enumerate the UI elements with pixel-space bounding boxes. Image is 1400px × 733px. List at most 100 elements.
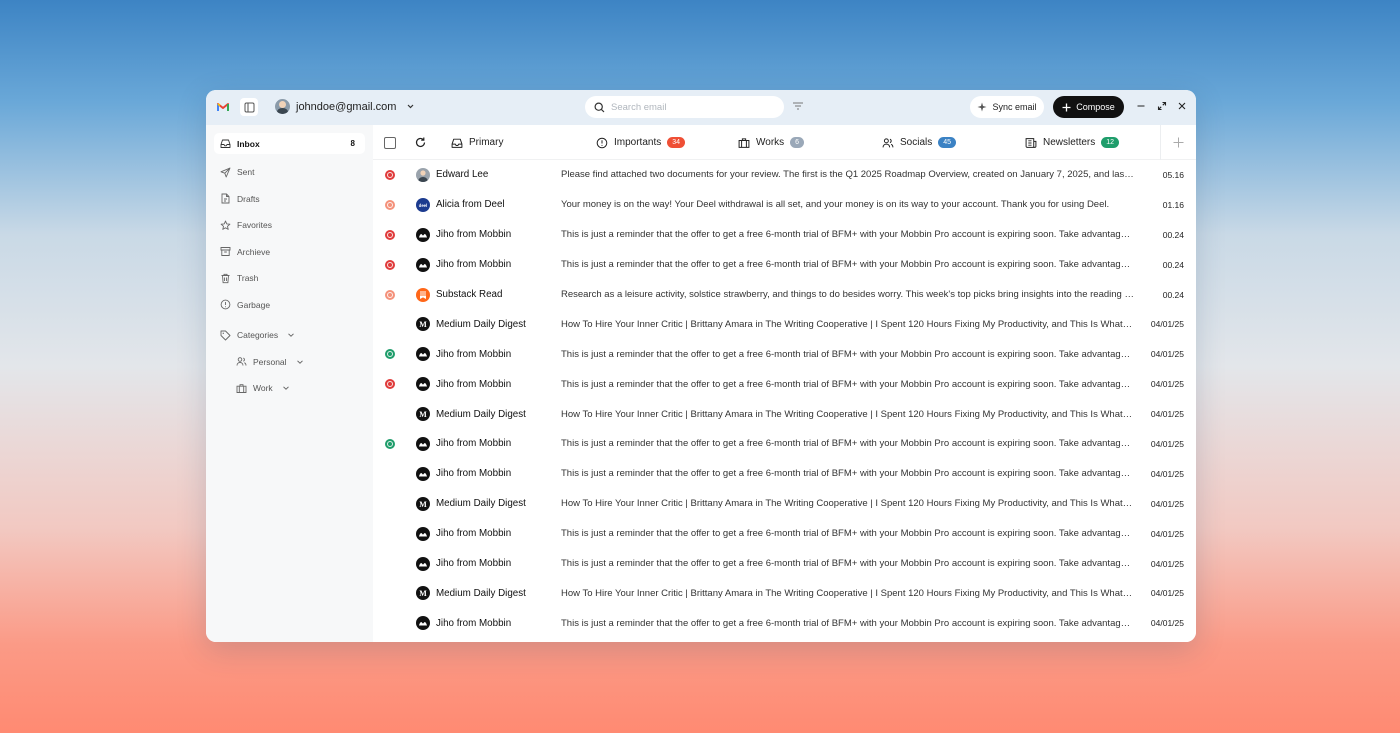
email-row[interactable]: M Medium Daily Digest How To Hire Your I… <box>373 489 1196 519</box>
inbox-icon <box>220 139 231 148</box>
sidebar-item-favorites[interactable]: Favorites <box>214 212 365 239</box>
email-sender: Edward Lee <box>436 169 489 181</box>
email-row[interactable]: Jiho from Mobbin This is just a reminder… <box>373 429 1196 459</box>
email-sender: Medium Daily Digest <box>436 587 526 599</box>
category-tabs: Primary Importants 34 Works 6 Socials 45… <box>373 125 1196 160</box>
tab-importants[interactable]: Importants 34 <box>596 125 686 160</box>
search-input[interactable] <box>611 101 771 113</box>
sidebar-item-inbox[interactable]: Inbox 8 <box>214 133 365 154</box>
sidebar-icon <box>244 102 254 112</box>
email-preview: This is just a reminder that the offer t… <box>561 378 1134 390</box>
email-sender: Substack Read <box>436 289 503 300</box>
mobbin-logo-icon <box>416 466 430 481</box>
minimize-button[interactable] <box>1135 100 1147 112</box>
sidebar-toggle-button[interactable] <box>240 98 258 116</box>
compose-button[interactable]: Compose <box>1053 96 1124 118</box>
email-row[interactable]: Jiho from Mobbin This is just a reminder… <box>373 369 1196 399</box>
title-bar: johndoe@gmail.com Sync email <box>206 90 1196 125</box>
sidebar-item-label: Favorites <box>237 220 272 231</box>
email-sender: Jiho from Mobbin <box>436 528 512 540</box>
tab-primary[interactable]: Primary <box>451 125 503 160</box>
tab-label: Newsletters <box>1043 137 1096 148</box>
email-row[interactable]: Jiho from Mobbin This is just a reminder… <box>373 250 1196 280</box>
tab-works[interactable]: Works 6 <box>738 125 805 160</box>
sync-email-label: Sync email <box>992 102 1037 112</box>
sidebar-item-label: Archieve <box>237 246 271 257</box>
email-row[interactable]: Jiho from Mobbin This is just a reminder… <box>373 519 1196 549</box>
sidebar-item-personal[interactable]: Personal <box>214 349 365 376</box>
sync-email-button[interactable]: Sync email <box>970 96 1044 118</box>
email-row[interactable]: M Medium Daily Digest How To Hire Your I… <box>373 309 1196 339</box>
email-row[interactable]: deel Alicia from Deel Your money is on t… <box>373 190 1196 220</box>
add-tab-icon[interactable] <box>1172 136 1185 149</box>
star-icon <box>220 220 231 230</box>
email-sender: Jiho from Mobbin <box>436 378 512 390</box>
svg-text:M: M <box>419 589 427 598</box>
account-switcher[interactable]: johndoe@gmail.com <box>275 99 415 114</box>
archive-icon <box>220 247 231 257</box>
email-preview: This is just a reminder that the offer t… <box>561 348 1134 360</box>
svg-text:M: M <box>419 320 427 329</box>
email-row[interactable]: Jiho from Mobbin This is just a reminder… <box>373 459 1196 489</box>
email-row[interactable]: M Medium Daily Digest How To Hire Your I… <box>373 399 1196 429</box>
sidebar-item-sent[interactable]: Sent <box>214 159 365 186</box>
sidebar-item-categories[interactable]: Categories <box>214 322 365 349</box>
sidebar-item-archive[interactable]: Archieve <box>214 239 365 266</box>
sidebar-item-drafts[interactable]: Drafts <box>214 186 365 213</box>
email-row[interactable]: Jiho from Mobbin This is just a reminder… <box>373 339 1196 369</box>
email-date: 04/01/25 <box>1150 468 1184 479</box>
sidebar-item-label: Categories <box>237 330 279 341</box>
search-bar[interactable] <box>585 96 784 118</box>
mobbin-logo-icon <box>416 437 430 452</box>
avatar <box>275 99 290 114</box>
email-preview: Please find attached two documents for y… <box>561 169 1134 181</box>
newspaper-icon <box>1025 137 1037 148</box>
users-icon <box>882 137 894 147</box>
email-date: 00.24 <box>1162 289 1184 300</box>
sidebar-item-work[interactable]: Work <box>214 375 365 402</box>
send-icon <box>220 167 231 178</box>
mail-window: johndoe@gmail.com Sync email <box>206 90 1196 642</box>
close-button[interactable] <box>1176 100 1188 112</box>
svg-text:deel: deel <box>419 203 427 208</box>
email-row[interactable]: Jiho from Mobbin This is just a reminder… <box>373 220 1196 250</box>
tag-icon <box>220 330 231 341</box>
maximize-button[interactable] <box>1156 100 1168 112</box>
sidebar-item-label: Inbox <box>237 138 260 149</box>
filter-icon[interactable] <box>792 100 804 112</box>
email-preview: How To Hire Your Inner Critic | Brittany… <box>561 498 1134 510</box>
email-sender: Medium Daily Digest <box>436 408 526 420</box>
sidebar-item-label: Work <box>253 383 273 394</box>
email-row[interactable]: Jiho from Mobbin This is just a reminder… <box>373 549 1196 579</box>
email-row[interactable]: M Medium Daily Digest How To Hire Your I… <box>373 578 1196 608</box>
sidebar-item-label: Personal <box>253 356 287 367</box>
briefcase-icon <box>738 137 750 148</box>
email-row[interactable]: Edward Lee Please find attached two docu… <box>373 160 1196 190</box>
email-row[interactable]: Substack Read Research as a leisure acti… <box>373 280 1196 310</box>
email-row[interactable]: Jiho from Mobbin This is just a reminder… <box>373 608 1196 638</box>
divider <box>1160 125 1161 160</box>
sparkle-icon <box>977 102 987 112</box>
medium-logo-icon: M <box>416 407 430 422</box>
email-date: 04/01/25 <box>1150 319 1184 330</box>
sidebar-item-garbage[interactable]: Garbage <box>214 292 365 319</box>
email-preview: This is just a reminder that the offer t… <box>561 528 1134 540</box>
email-preview: How To Hire Your Inner Critic | Brittany… <box>561 318 1134 330</box>
email-date: 00.24 <box>1162 229 1184 240</box>
email-date: 04/01/25 <box>1150 379 1184 390</box>
sidebar-item-trash[interactable]: Trash <box>214 265 365 292</box>
select-all-checkbox[interactable] <box>384 137 396 149</box>
refresh-icon[interactable] <box>414 136 427 149</box>
plus-icon <box>1062 103 1071 111</box>
briefcase-icon <box>236 384 247 393</box>
email-preview: This is just a reminder that the offer t… <box>561 229 1134 241</box>
email-preview: This is just a reminder that the offer t… <box>561 617 1134 629</box>
tab-newsletters[interactable]: Newsletters 12 <box>1025 125 1120 160</box>
mobbin-logo-icon <box>416 227 430 242</box>
tab-count-badge: 45 <box>938 137 957 148</box>
mobbin-logo-icon <box>416 377 430 392</box>
tab-socials[interactable]: Socials 45 <box>882 125 957 160</box>
email-sender: Jiho from Mobbin <box>436 348 512 360</box>
status-tag-icon <box>385 379 395 390</box>
gmail-logo-icon <box>217 103 229 111</box>
